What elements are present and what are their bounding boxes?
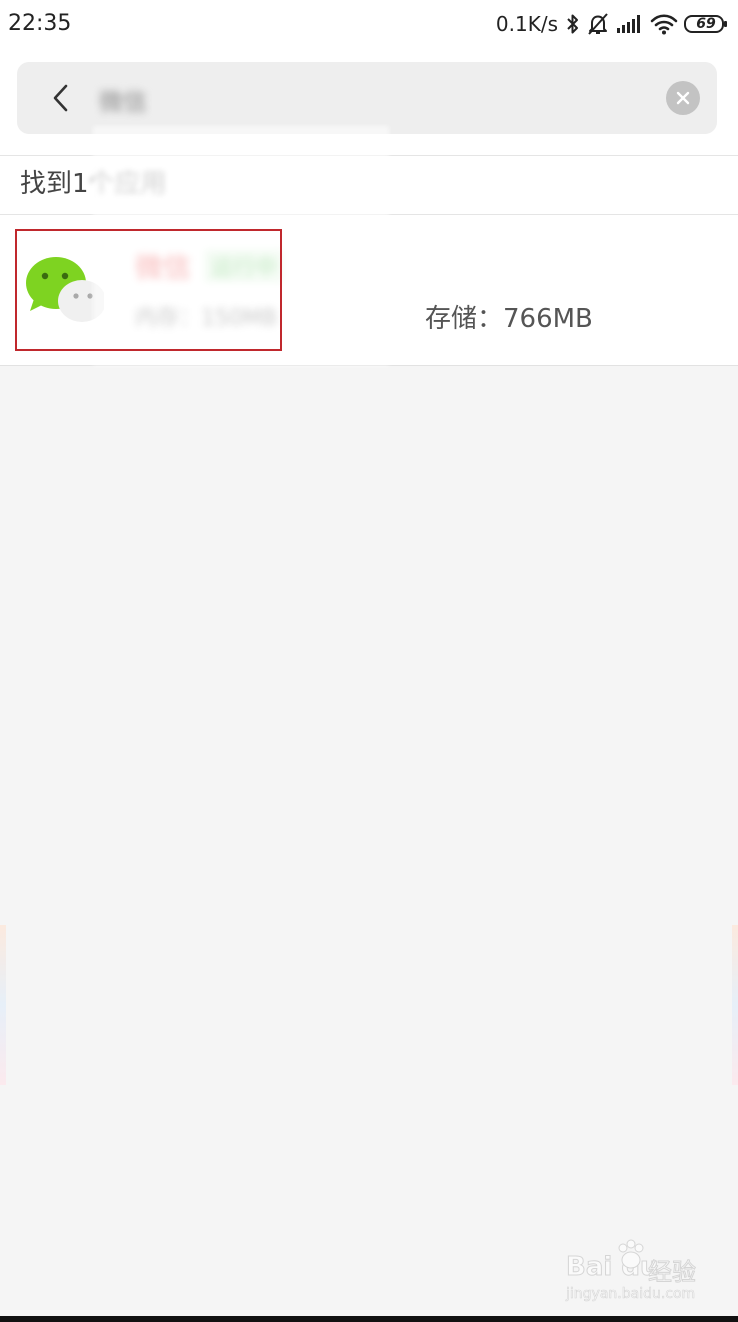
- wechat-icon: [26, 257, 104, 322]
- status-icons: 0.1K/s 69: [496, 10, 728, 38]
- signal-icon: [616, 14, 644, 34]
- app-memory: 内存：150MB: [135, 306, 278, 331]
- result-count: 找到1个应用: [20, 164, 167, 204]
- status-time: 22:35: [8, 11, 72, 36]
- app-title-line: 微信 运行中: [135, 248, 284, 284]
- right-edge-tint: [732, 925, 738, 1085]
- watermark-label: 经验: [648, 1258, 697, 1287]
- battery-level: 69: [696, 16, 716, 32]
- search-bar: [17, 62, 717, 134]
- result-count-suffix: 个应用: [88, 169, 167, 199]
- result-count-header: 找到1个应用: [0, 155, 738, 215]
- status-bar: 22:35 0.1K/s 69: [0, 0, 738, 48]
- mute-icon: [586, 12, 610, 36]
- left-edge-tint: [0, 925, 6, 1085]
- app-storage: 存储：766MB: [425, 304, 593, 334]
- bluetooth-icon: [566, 13, 580, 35]
- battery-icon: 69: [684, 14, 728, 34]
- back-button[interactable]: [43, 76, 79, 120]
- bottom-edge-bar: [0, 1316, 738, 1322]
- baidu-jingyan-watermark: Bai du 经验 jingyan.baidu.com: [562, 1238, 712, 1308]
- network-speed: 0.1K/s: [495, 12, 558, 36]
- paw-icon: [618, 1239, 644, 1269]
- wifi-icon: [650, 13, 678, 35]
- clear-search-button[interactable]: [666, 81, 700, 115]
- app-list-item[interactable]: 微信 运行中 内存：150MB 存储：766MB: [0, 215, 738, 366]
- close-icon: [676, 91, 690, 105]
- chevron-left-icon: [53, 84, 68, 112]
- search-input[interactable]: [97, 76, 661, 122]
- watermark-url: jingyan.baidu.com: [566, 1286, 696, 1303]
- result-count-prefix: 找到1: [20, 169, 89, 199]
- app-name: 微信: [135, 251, 192, 284]
- app-status-tag: 运行中: [205, 250, 284, 282]
